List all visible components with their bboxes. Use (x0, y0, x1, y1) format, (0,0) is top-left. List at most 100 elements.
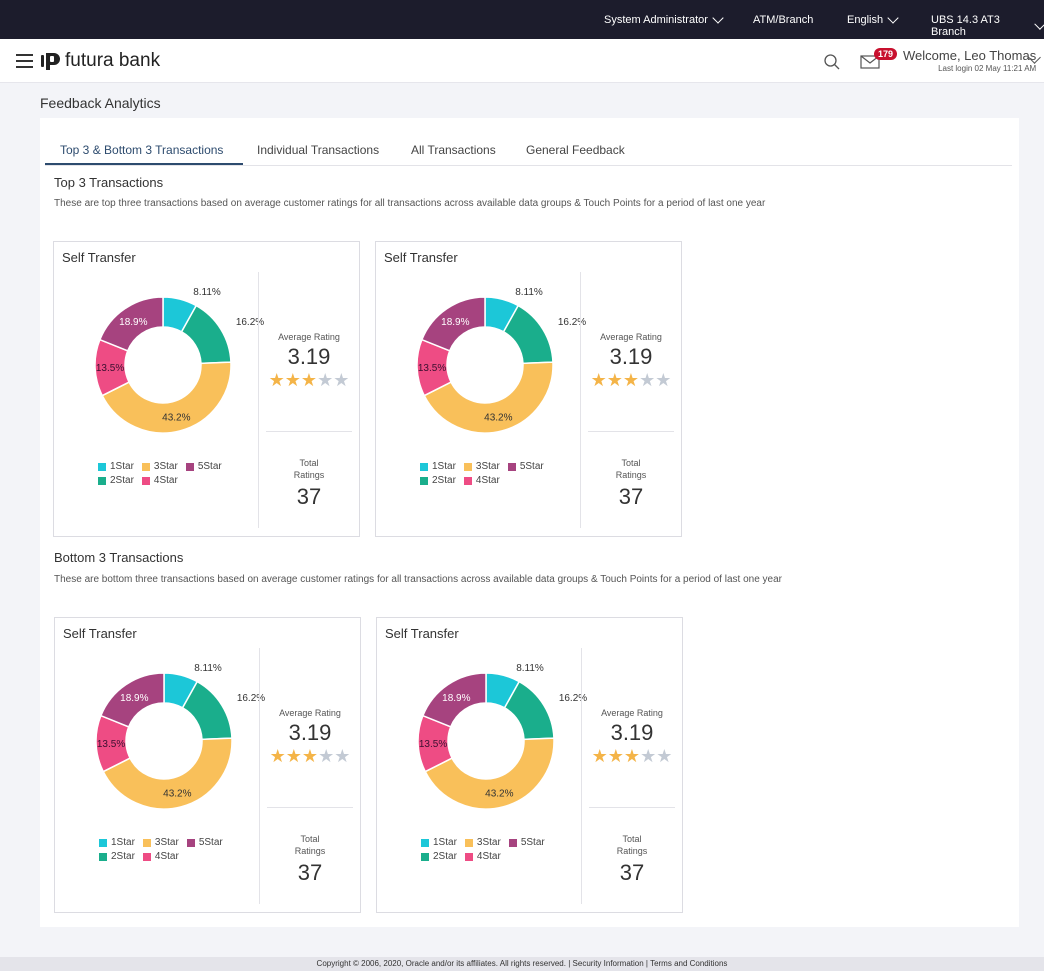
average-rating-label: Average Rating (279, 708, 341, 718)
legend-label: 1Star (110, 461, 134, 472)
app-header: futura bank 179 Welcome, Leo Thomas Last… (0, 39, 1044, 83)
welcome-text: Welcome, Leo Thomas (903, 48, 1037, 63)
legend-item[interactable]: 5Star (185, 461, 222, 472)
donut-label: 16.2% (558, 317, 586, 328)
star-icon: ★ (606, 370, 623, 390)
security-information-link[interactable]: Security Information (573, 959, 644, 968)
star-icon: ★ (622, 370, 640, 390)
donut-label: 8.11% (194, 663, 222, 674)
legend-label: 3Star (153, 461, 178, 472)
legend-swatch (141, 476, 150, 485)
legend-swatch (142, 838, 151, 847)
average-rating-label: Average Rating (600, 332, 662, 342)
legend-swatch (142, 852, 151, 861)
donut-label: 16.2% (237, 693, 265, 704)
bottom-section-description: These are bottom three transactions base… (54, 574, 782, 585)
legend-swatch (141, 462, 150, 471)
legend-item[interactable]: 3Star (142, 837, 179, 848)
legend-item[interactable]: 4Star (141, 475, 178, 486)
ratings-label: Ratings (294, 846, 326, 856)
star-icon: ★ (318, 746, 335, 766)
legend-item[interactable]: 4Star (464, 851, 501, 862)
legend-label: 1Star (432, 461, 456, 472)
legend-swatch (186, 838, 195, 847)
legend-item[interactable]: 1Star (99, 837, 135, 848)
ratings-label: Ratings (616, 846, 648, 856)
tab-top-bottom[interactable]: Top 3 & Bottom 3 Transactions (60, 143, 223, 157)
chevron-down-icon (1034, 18, 1044, 29)
average-rating-value: 3.19 (287, 344, 331, 369)
ratings-label: Ratings (293, 470, 325, 480)
tab-general-feedback[interactable]: General Feedback (526, 143, 625, 157)
legend-swatch (420, 462, 428, 471)
star-icon: ★ (333, 370, 350, 390)
legend-item[interactable]: 1Star (420, 461, 456, 472)
legend-item[interactable]: 2Star (99, 851, 135, 862)
transaction-card: Self Transfer 8.11% 16.2% 43.2% 13.5% 18.9% 1S… (53, 241, 360, 537)
brand-logo[interactable]: futura bank (40, 50, 160, 72)
terms-link[interactable]: Terms and Conditions (650, 959, 727, 968)
star-icon: ★ (284, 370, 301, 390)
legend-label: 4Star (476, 851, 501, 862)
legend-item[interactable]: 3Star (464, 837, 501, 848)
star-icon: ★ (639, 370, 656, 390)
branch-label: ATM/Branch (753, 14, 814, 26)
star-rating: ★ ★ ★ ★ ★ (260, 747, 360, 765)
user-menu[interactable]: Welcome, Leo Thomas Last login 02 May 11… (903, 48, 1036, 73)
star-icon: ★ (640, 746, 657, 766)
ubs-selector[interactable]: UBS 14.3 AT3 Branch (931, 14, 1044, 38)
donut-label: 18.9% (119, 317, 147, 328)
average-rating-block: Average Rating 3.19 ★ ★ ★ ★ ★ (259, 332, 359, 389)
menu-icon[interactable] (16, 54, 33, 68)
legend-item[interactable]: 1Star (98, 461, 134, 472)
futura-logo-icon (41, 53, 60, 70)
transaction-card: Self Transfer 8.11% 16.2% 43.2% 13.5% 18.9% 1S… (375, 241, 682, 537)
top-section-title: Top 3 Transactions (54, 175, 164, 190)
donut-label: 13.5% (96, 363, 124, 374)
legend-item[interactable]: 5Star (507, 461, 544, 472)
legend-item[interactable]: 5Star (186, 837, 223, 848)
star-rating: ★ ★ ★ ★ ★ (582, 747, 682, 765)
chart-legend: 1Star 3Star 5Star 2Star 4Star (98, 461, 248, 489)
star-icon: ★ (300, 370, 318, 390)
legend-label: 2Star (110, 475, 134, 486)
divider (266, 431, 352, 432)
divider (588, 431, 674, 432)
page-title: Feedback Analytics (40, 95, 161, 111)
language-selector[interactable]: English (847, 11, 899, 26)
notification-badge[interactable]: 179 (874, 48, 898, 60)
donut-label: 16.2% (236, 317, 264, 328)
copyright-text: Copyright © 2006, 2020, Oracle and/or it… (316, 959, 566, 968)
top-bar: System Administrator ATM/Branch English … (0, 0, 1044, 39)
legend-item[interactable]: 3Star (141, 461, 178, 472)
legend-item[interactable]: 5Star (508, 837, 545, 848)
legend-item[interactable]: 3Star (463, 461, 500, 472)
total-label: Total (621, 458, 641, 468)
star-icon: ★ (301, 746, 319, 766)
brand-name: futura bank (65, 50, 161, 71)
ratings-label: Ratings (615, 470, 647, 480)
star-icon: ★ (317, 370, 334, 390)
legend-swatch (464, 852, 473, 861)
legend-swatch (508, 838, 517, 847)
role-selector[interactable]: System Administrator (604, 11, 724, 26)
branch-link[interactable]: ATM/Branch (753, 14, 813, 26)
legend-item[interactable]: 2Star (421, 851, 457, 862)
legend-item[interactable]: 2Star (420, 475, 456, 486)
legend-item[interactable]: 4Star (463, 475, 500, 486)
tab-individual-transactions[interactable]: Individual Transactions (257, 143, 379, 157)
donut-label: 8.11% (516, 663, 544, 674)
legend-item[interactable]: 1Star (421, 837, 457, 848)
average-rating-label: Average Rating (601, 708, 663, 718)
average-rating-value: 3.19 (288, 720, 332, 745)
search-icon[interactable] (823, 53, 841, 71)
total-ratings-value: 37 (618, 484, 644, 509)
tab-all-transactions[interactable]: All Transactions (411, 143, 496, 157)
legend-item[interactable]: 4Star (142, 851, 179, 862)
legend-label: 1Star (433, 837, 457, 848)
legend-item[interactable]: 2Star (98, 475, 134, 486)
active-tab-indicator (45, 163, 243, 165)
star-icon: ★ (656, 746, 673, 766)
total-ratings-block: Total Ratings 37 (581, 457, 681, 510)
star-icon: ★ (590, 370, 607, 390)
